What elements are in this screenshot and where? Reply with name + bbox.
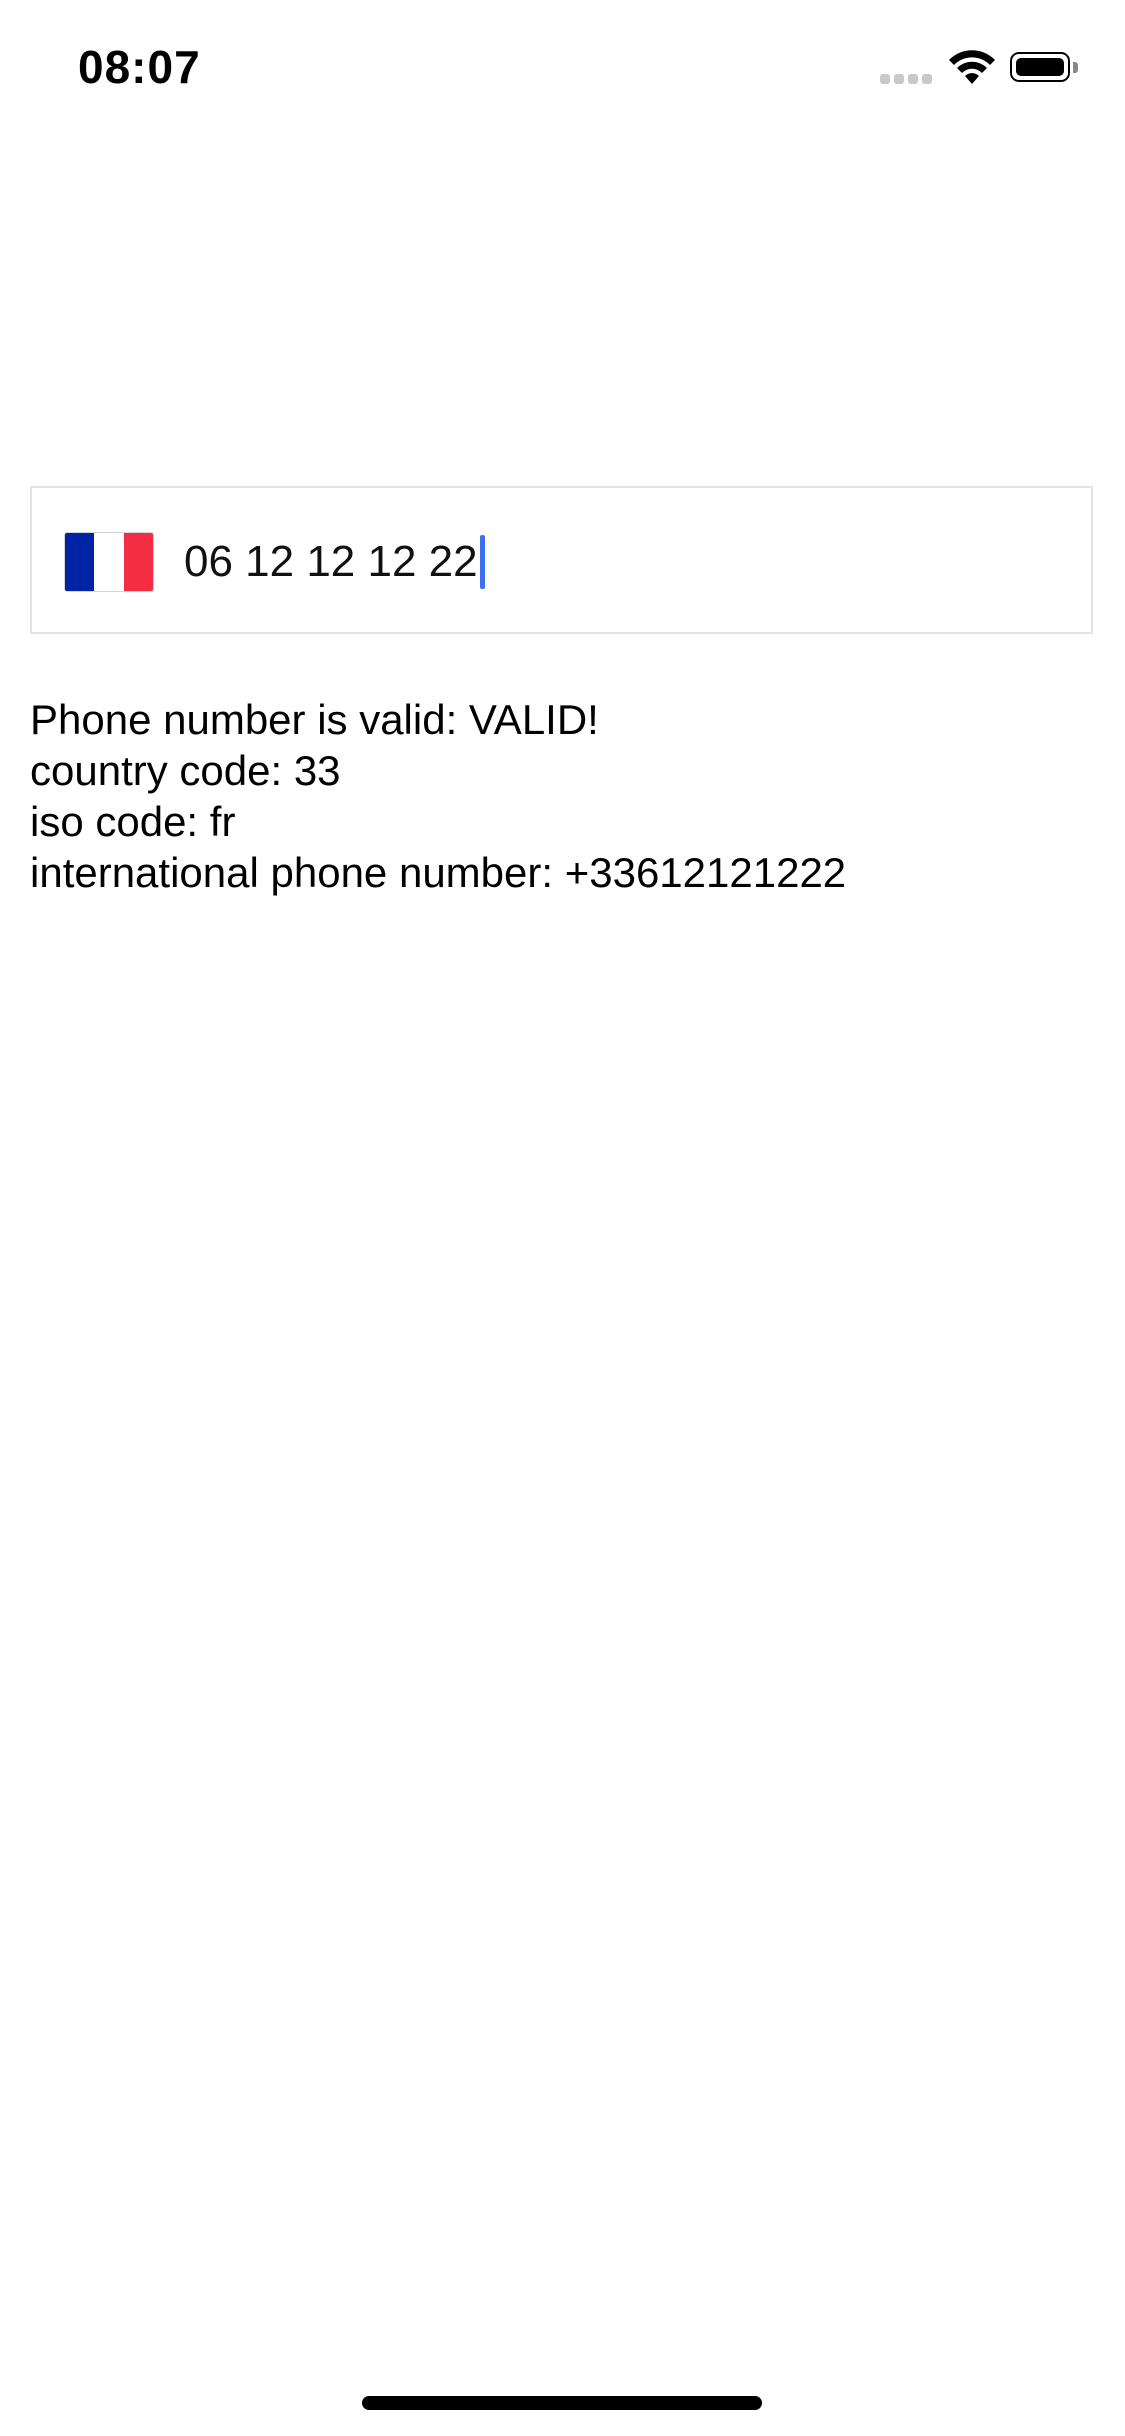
international-number-text: international phone number: +33612121222 [30,849,847,896]
phone-number-value: 06 12 12 12 22 [184,537,478,586]
status-time: 08:07 [78,41,201,93]
validation-info: Phone number is valid: VALID! country co… [30,694,846,898]
valid-status-text: Phone number is valid: VALID! [30,696,599,743]
home-indicator[interactable] [362,2396,762,2410]
phone-input[interactable]: 06 12 12 12 22 [30,486,1093,634]
text-cursor [479,535,485,589]
signal-icon [880,74,934,86]
iso-code-text: iso code: fr [30,798,236,845]
phone-number-field[interactable]: 06 12 12 12 22 [184,532,485,592]
battery-icon [1010,52,1082,86]
wifi-icon [949,50,995,84]
status-bar: 08:07 [0,0,1125,132]
france-flag-icon[interactable] [64,532,154,592]
country-code-text: country code: 33 [30,747,341,794]
